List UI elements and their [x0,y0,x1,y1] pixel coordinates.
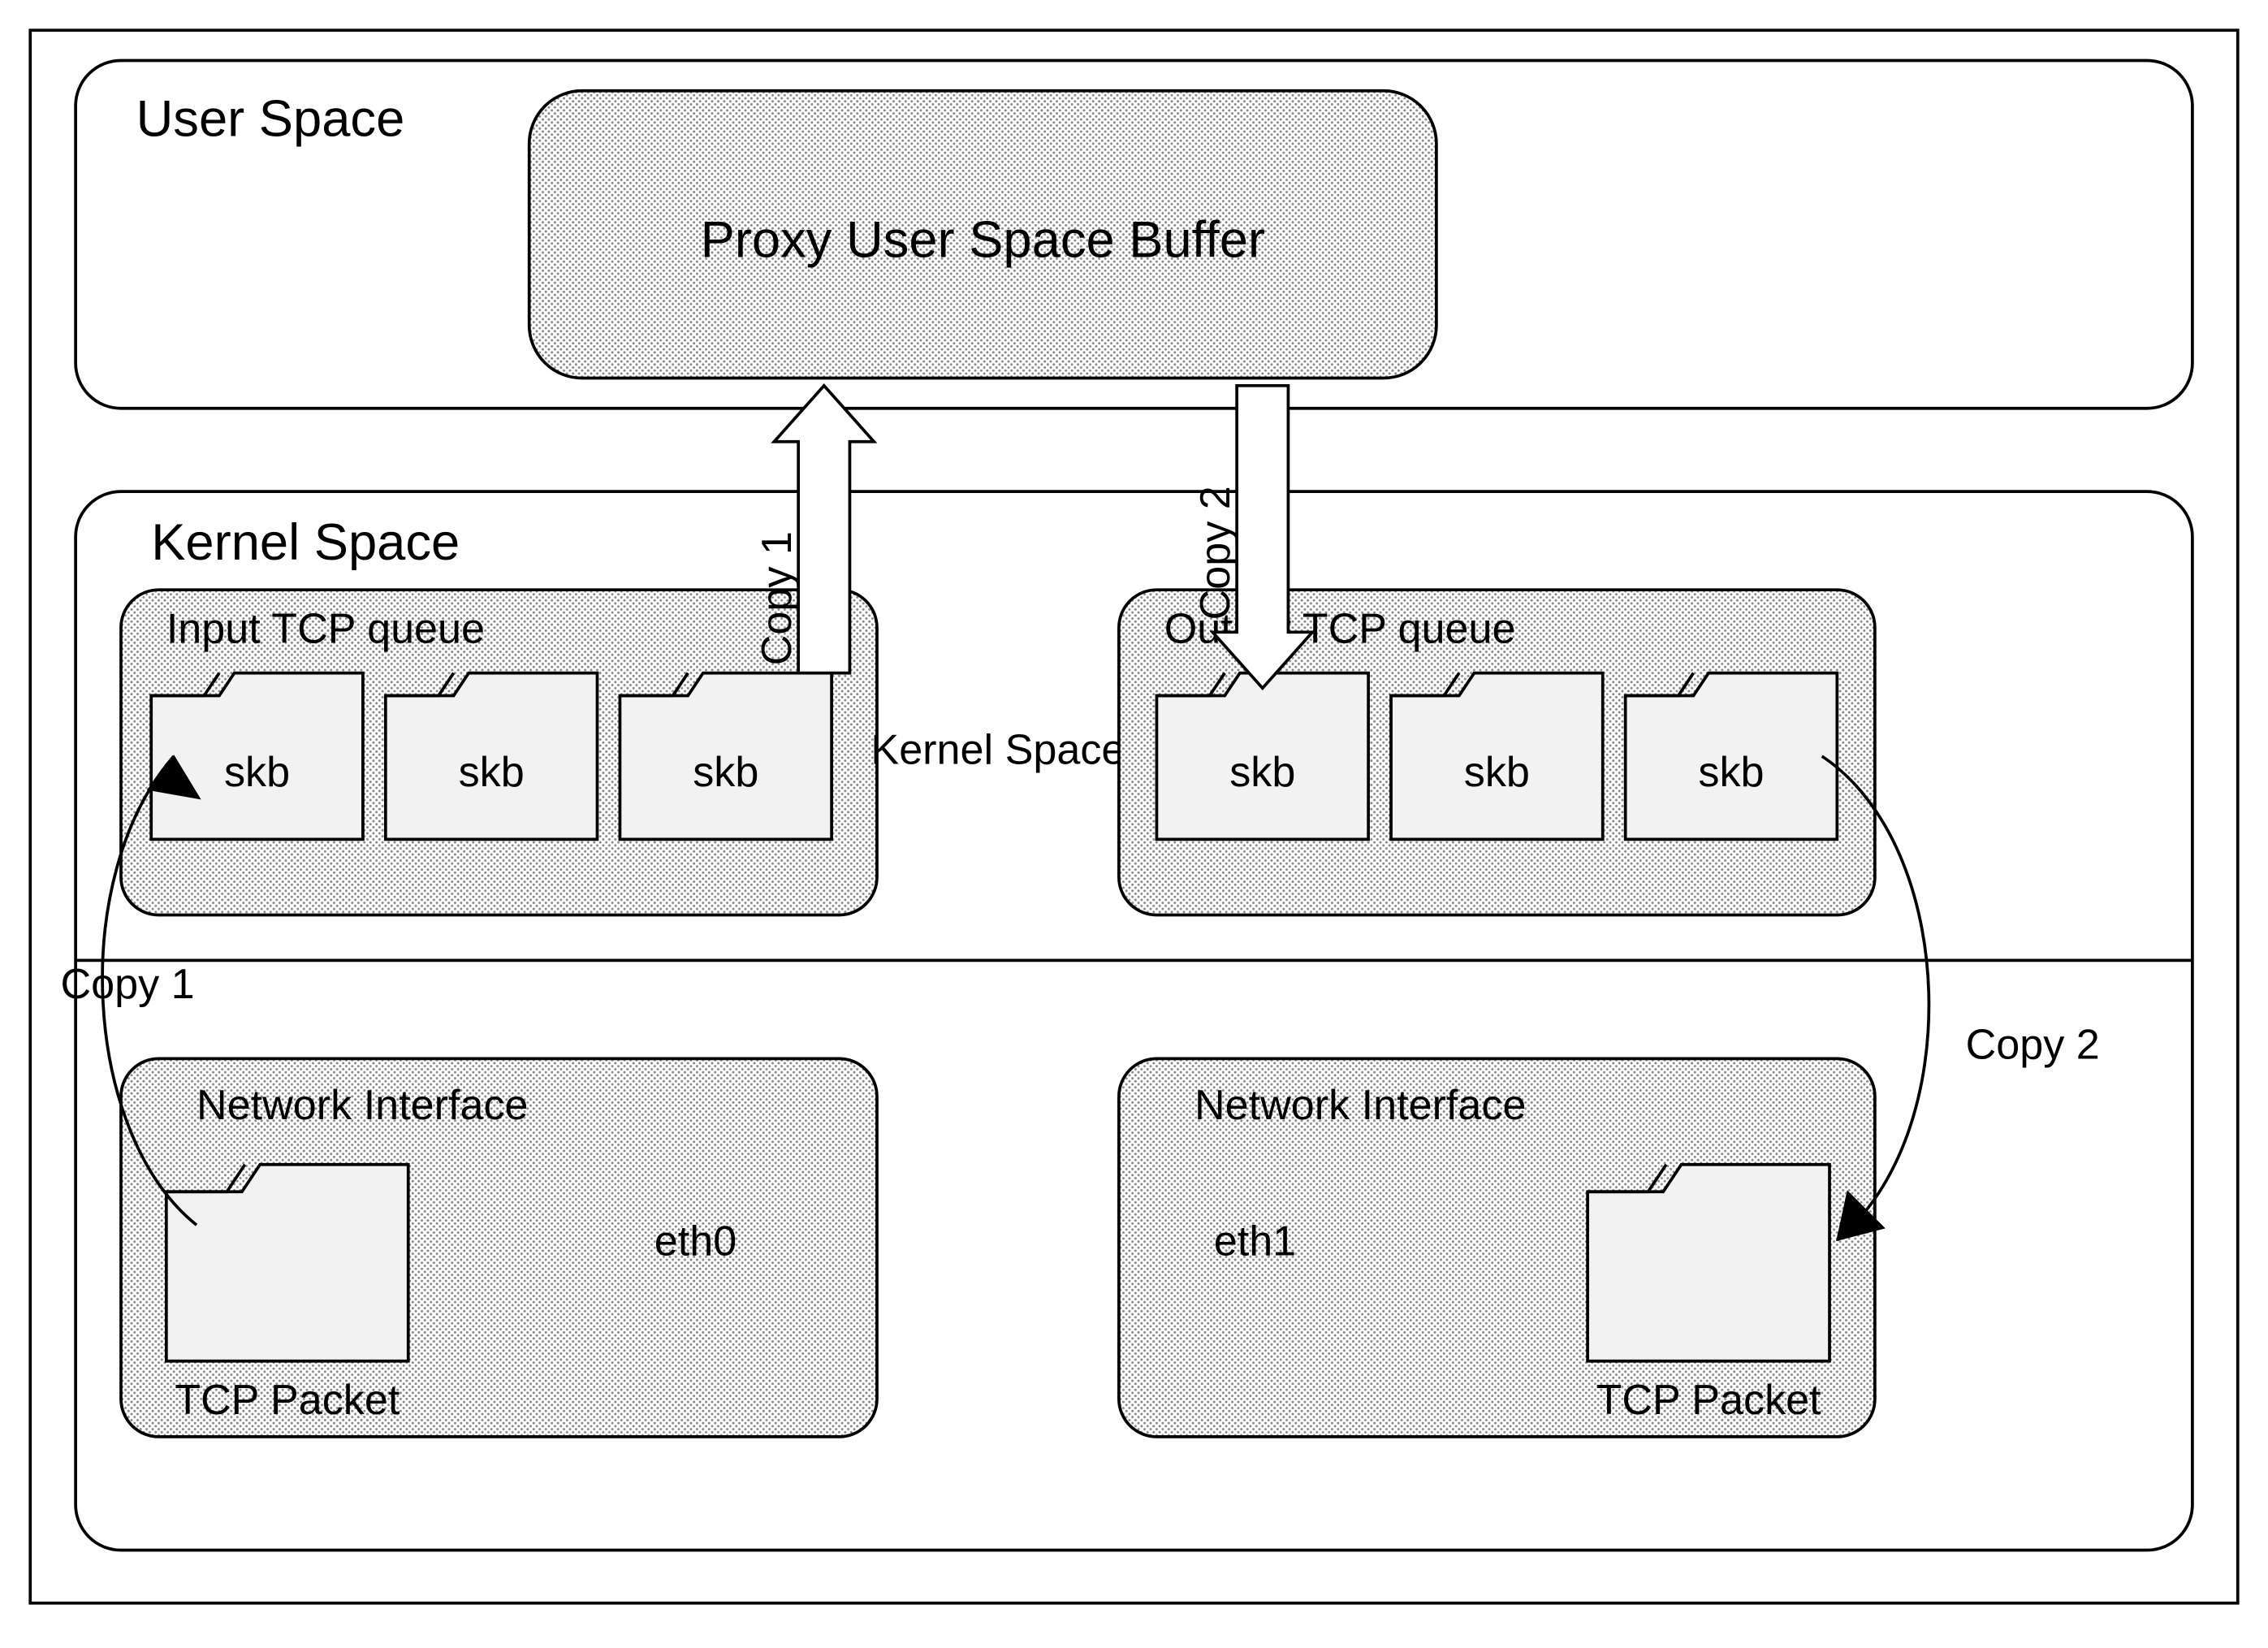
skb-folder: skb [1391,673,1603,840]
nic1-packet-label: TCP Packet [1596,1377,1821,1424]
input-queue-label: Input TCP queue [166,605,485,652]
user-space-label: User Space [136,91,405,148]
tcp-packet-folder [166,1165,408,1361]
svg-text:skb: skb [1464,749,1530,796]
nic0-label: Network Interface [197,1082,528,1129]
svg-text:skb: skb [693,749,758,796]
skb-folder: skb [1156,673,1368,840]
skb-folder: skb [620,673,832,840]
skb-folder: skb [1626,673,1838,840]
kernel-space-label: Kernel Space [151,514,460,571]
skb-folder: skb [386,673,598,840]
svg-text:skb: skb [1229,749,1295,796]
copy1-arrow-label: Copy 1 [754,531,801,665]
copy2-ext-label: Copy 2 [1966,1021,2100,1068]
nic0-panel: Network Interface eth0 TCP Packet [121,1058,877,1436]
svg-text:skb: skb [224,749,290,796]
copy1-ext-label: Copy 1 [60,961,194,1008]
copy2-arrow-label: Copy 2 [1192,486,1239,620]
nic1-panel: Network Interface eth1 TCP Packet [1119,1058,1875,1436]
proxy-buffer-label: Proxy User Space Buffer [701,212,1265,269]
nic1-iface: eth1 [1214,1218,1296,1265]
nic0-iface: eth0 [654,1218,737,1265]
svg-text:skb: skb [459,749,525,796]
kernel-space-panel: Kernel Space Input TCP queue skb skb skb [76,491,2192,1550]
kernel-center-label: Kernel Space [870,726,1125,773]
nic1-label: Network Interface [1194,1082,1526,1129]
user-space-panel: User Space Proxy User Space Buffer [76,60,2192,408]
nic0-packet-label: TCP Packet [175,1377,400,1424]
skb-folder: skb [151,673,363,840]
tcp-packet-folder [1588,1165,1830,1361]
svg-text:skb: skb [1698,749,1764,796]
diagram-root: User Space Proxy User Space Buffer Kerne… [0,0,2268,1633]
